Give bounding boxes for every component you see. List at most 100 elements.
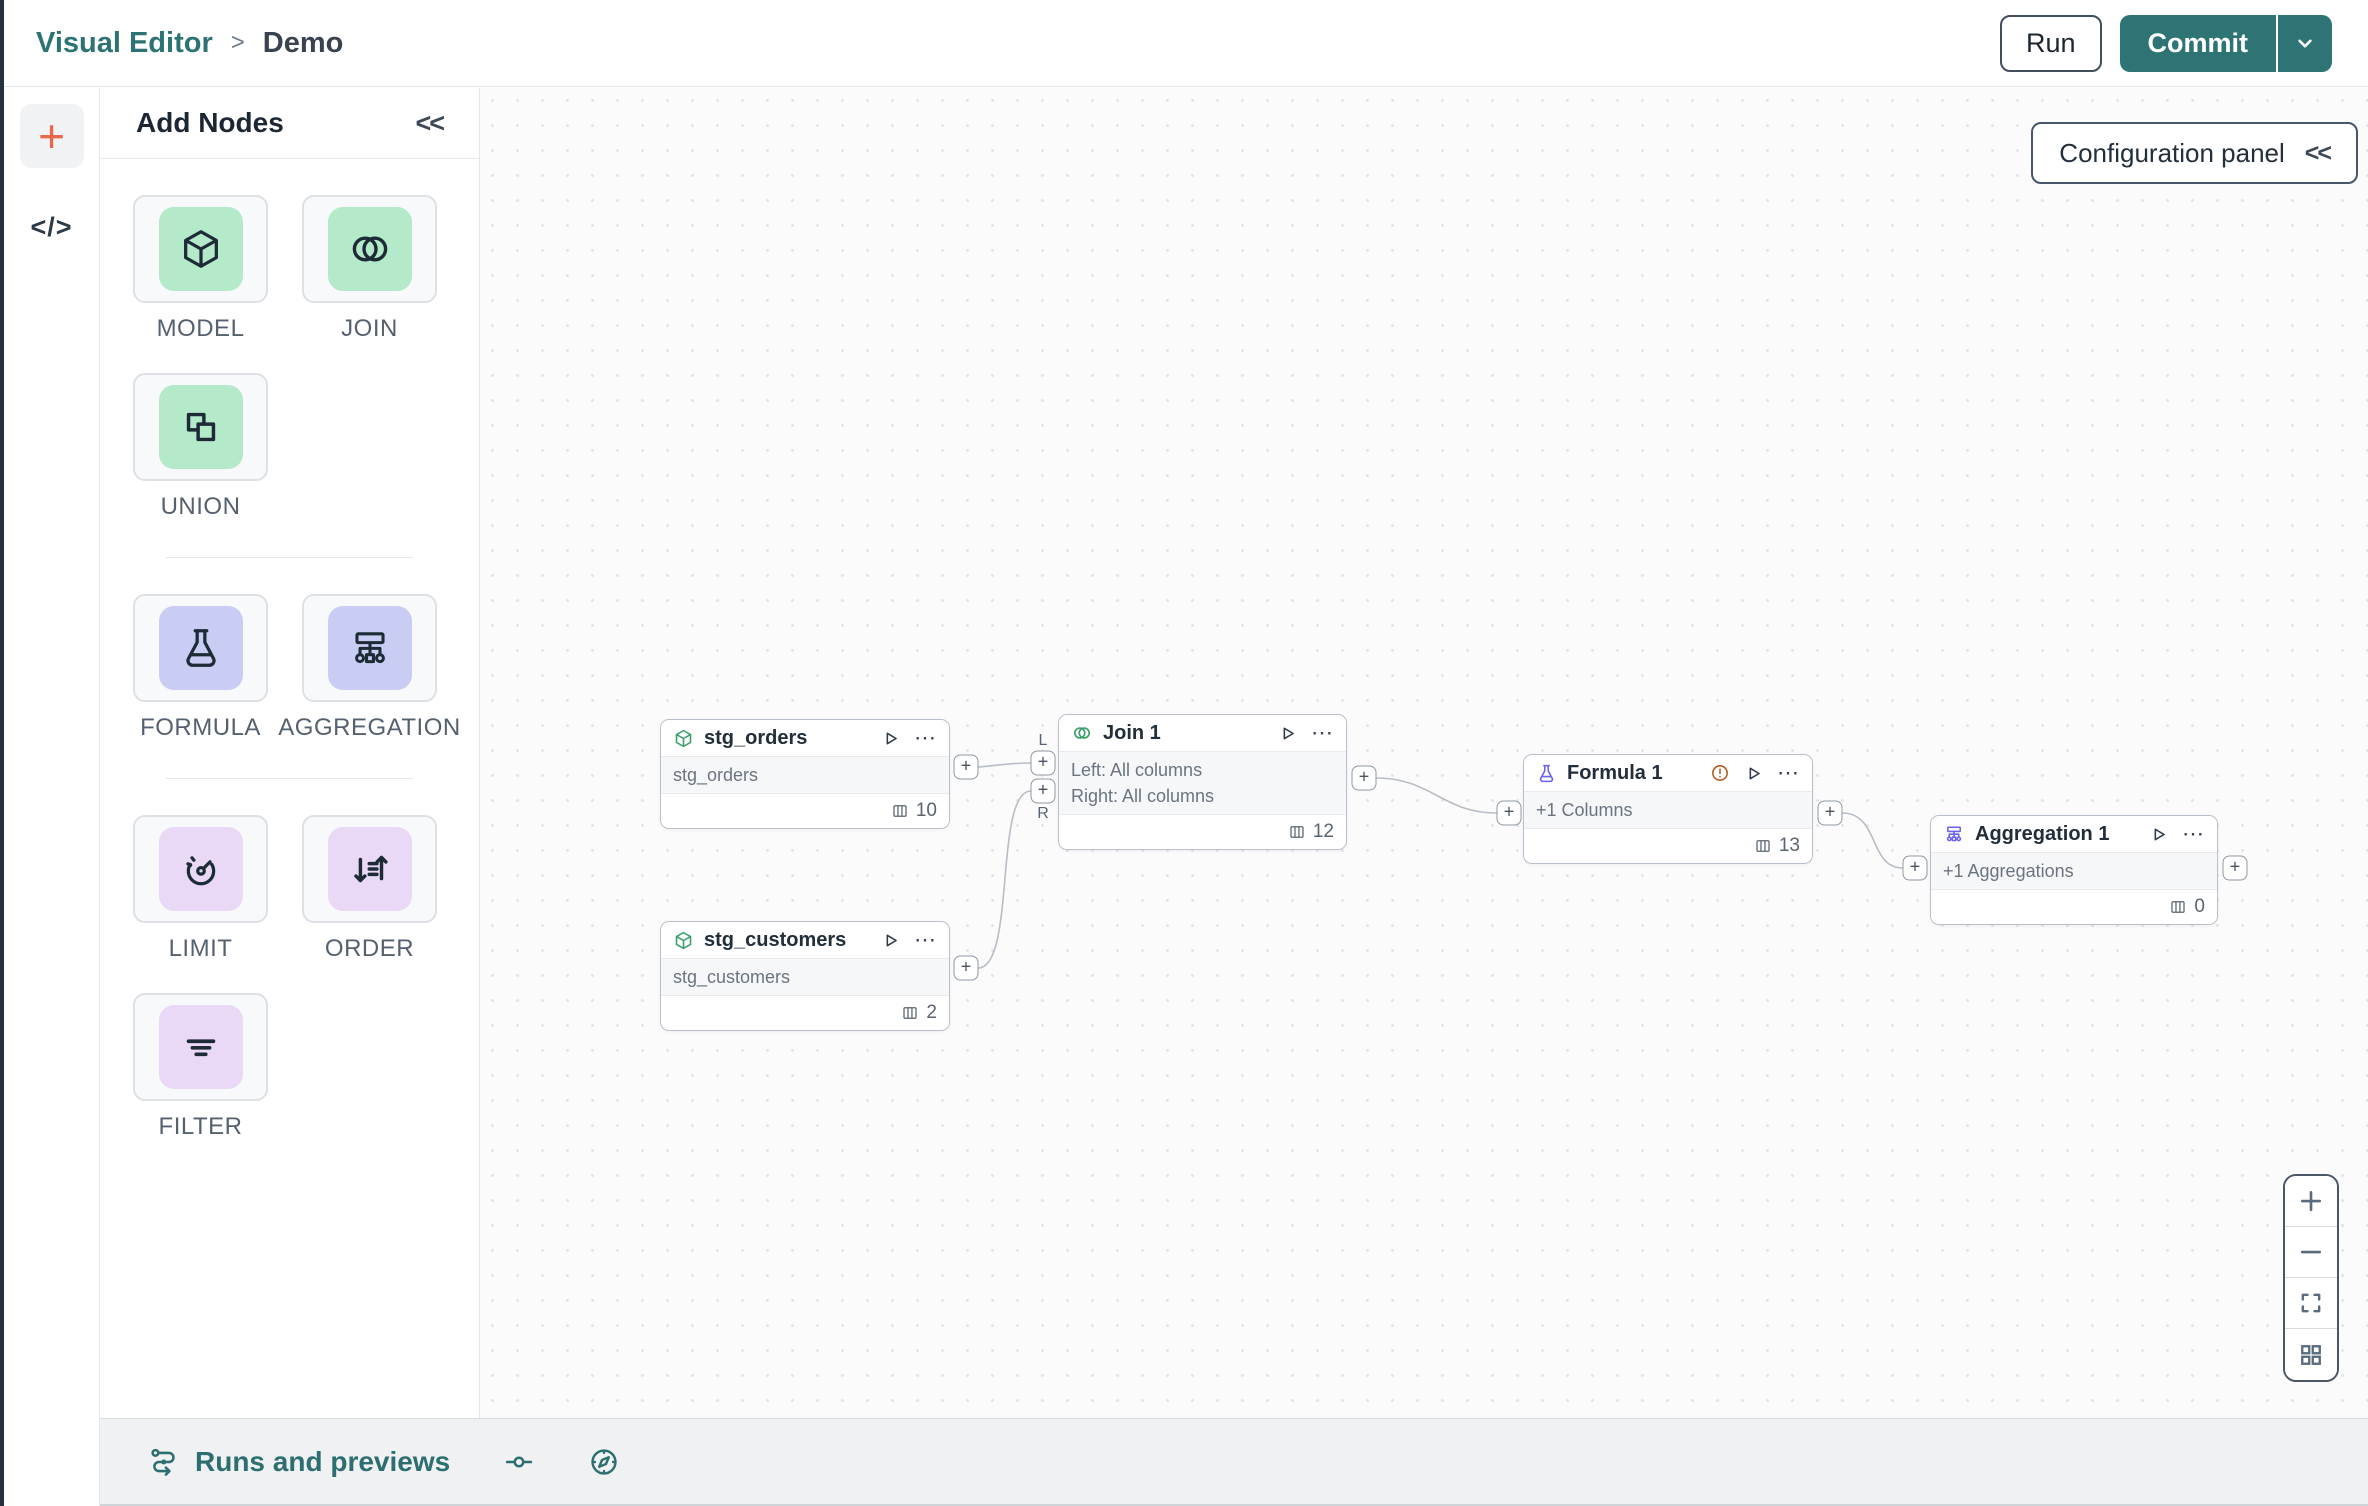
commit-button[interactable]: Commit: [2119, 14, 2276, 72]
play-icon[interactable]: [1744, 764, 1763, 783]
port-aggregation-output[interactable]: +: [2222, 855, 2248, 881]
palette-label: AGGREGATION: [278, 714, 461, 741]
filter-lines-icon: [158, 1005, 243, 1089]
palette-item-filter: FILTER: [133, 993, 268, 1141]
node-body: +1 Columns: [1524, 791, 1812, 829]
node-header[interactable]: stg_customers ⋯: [661, 922, 949, 958]
palette-item-union: UNION: [133, 373, 268, 521]
window-edge: [0, 0, 4, 1506]
plus-icon: [2300, 1190, 2322, 1212]
port-formula-output[interactable]: +: [1817, 800, 1843, 826]
commit-caret-button[interactable]: [2276, 14, 2332, 72]
port-aggregation-input[interactable]: +: [1902, 855, 1928, 881]
runs-and-previews-tab[interactable]: Runs and previews: [148, 1446, 450, 1478]
panel-title: Add Nodes: [136, 107, 284, 138]
port-label-left: L: [1038, 732, 1048, 749]
chevron-down-icon: [2298, 39, 2312, 48]
node-footer: 2: [661, 996, 949, 1030]
port-join-right-input[interactable]: +: [1030, 778, 1056, 804]
node-body: stg_customers: [661, 958, 949, 996]
grid-icon: [2301, 1344, 2321, 1365]
configuration-panel-button[interactable]: Configuration panel <<: [2031, 122, 2358, 184]
sort-arrows-icon: [327, 827, 412, 911]
column-count: 0: [2194, 896, 2205, 917]
join-circles-icon: [1074, 727, 1090, 739]
play-icon[interactable]: [881, 931, 900, 950]
breadcrumb: Visual Editor > Demo: [36, 27, 343, 60]
palette-label: FORMULA: [140, 714, 261, 741]
flask-icon: [158, 606, 243, 690]
node-title: Formula 1: [1567, 761, 1663, 784]
commit-node-icon[interactable]: [504, 1447, 534, 1477]
column-count: 12: [1312, 821, 1334, 842]
formula-card[interactable]: [133, 594, 268, 702]
node-join-1[interactable]: Join 1 ⋯ Left: All columns Right: All co…: [1058, 714, 1347, 850]
node-stg-customers[interactable]: stg_customers ⋯ stg_customers 2: [660, 921, 950, 1031]
breadcrumb-root-link[interactable]: Visual Editor: [36, 27, 213, 60]
code-view-button[interactable]: </>: [30, 212, 72, 243]
run-button[interactable]: Run: [1999, 14, 2102, 72]
palette-label: ORDER: [324, 935, 415, 962]
node-aggregation-1[interactable]: Aggregation 1 ⋯ +1 Aggregations 0: [1930, 815, 2218, 925]
palette-item-aggregation: AGGREGATION: [278, 594, 460, 742]
runs-icon: [151, 1448, 175, 1476]
palette-label: MODEL: [156, 315, 245, 342]
node-menu-icon[interactable]: ⋯: [1311, 722, 1334, 744]
add-nodes-panel: Add Nodes << MODEL JOIN UNION FORMULA AG…: [100, 88, 480, 1418]
filter-card[interactable]: [133, 993, 268, 1101]
node-header[interactable]: stg_orders ⋯: [661, 720, 949, 756]
node-footer: 0: [1931, 890, 2217, 924]
model-card[interactable]: [133, 195, 268, 303]
compass-icon[interactable]: [588, 1446, 620, 1478]
node-title: Aggregation 1: [1975, 822, 2110, 845]
port-label-right: R: [1037, 805, 1049, 822]
port-join-left-input[interactable]: +: [1030, 750, 1056, 776]
node-menu-icon[interactable]: ⋯: [1777, 762, 1800, 784]
runs-and-previews-label: Runs and previews: [195, 1445, 451, 1477]
node-header[interactable]: Aggregation 1 ⋯: [1931, 816, 2217, 852]
node-header[interactable]: Formula 1 ⋯: [1524, 755, 1812, 791]
columns-icon: [903, 1007, 918, 1019]
node-formula-1[interactable]: Formula 1 ⋯ +1 Columns 13: [1523, 754, 1813, 864]
aggregation-card[interactable]: [302, 594, 437, 702]
union-card[interactable]: [133, 373, 268, 481]
node-footer: 10: [661, 794, 949, 828]
fit-view-icon: [2301, 1293, 2321, 1313]
order-card[interactable]: [302, 815, 437, 923]
node-menu-icon[interactable]: ⋯: [914, 727, 937, 749]
column-count: 2: [926, 1002, 937, 1023]
node-menu-icon[interactable]: ⋯: [2182, 823, 2205, 845]
breadcrumb-separator: >: [230, 29, 245, 56]
commit-split-button: Commit: [2119, 14, 2332, 72]
port-join-output[interactable]: +: [1351, 765, 1377, 791]
join-card[interactable]: [302, 195, 437, 303]
zoom-out-button[interactable]: [2285, 1227, 2337, 1278]
node-body: Left: All columns Right: All columns: [1059, 751, 1346, 815]
play-icon[interactable]: [1278, 724, 1297, 743]
zoom-in-button[interactable]: [2285, 1176, 2337, 1227]
port-stg-orders-output[interactable]: +: [953, 754, 979, 780]
pipeline-canvas[interactable]: Configuration panel << stg_orders ⋯ stg_…: [480, 88, 2368, 1418]
node-menu-icon[interactable]: ⋯: [914, 929, 937, 951]
configuration-panel-label: Configuration panel: [2059, 137, 2285, 168]
play-icon[interactable]: [2149, 825, 2168, 844]
node-header[interactable]: Join 1 ⋯: [1059, 715, 1346, 751]
limit-card[interactable]: [133, 815, 268, 923]
gauge-icon: [158, 827, 243, 911]
node-body: stg_orders: [661, 756, 949, 794]
port-stg-customers-output[interactable]: +: [953, 955, 979, 981]
left-rail: + </>: [4, 88, 100, 1506]
layout-grid-button[interactable]: [2285, 1329, 2337, 1380]
play-icon[interactable]: [881, 729, 900, 748]
model-cube-icon: [675, 931, 692, 949]
port-formula-input[interactable]: +: [1496, 800, 1522, 826]
aggregation-tree-icon: [1946, 826, 1962, 842]
join-right-config: Right: All columns: [1071, 786, 1215, 806]
node-stg-orders[interactable]: stg_orders ⋯ stg_orders 10: [660, 719, 950, 829]
flask-icon: [1539, 764, 1554, 782]
panel-collapse-button[interactable]: <<: [415, 108, 445, 139]
fit-view-button[interactable]: [2285, 1278, 2337, 1329]
columns-icon: [2171, 901, 2186, 913]
node-palette: MODEL JOIN UNION FORMULA AGGREGATION LIM…: [100, 159, 479, 1171]
add-node-rail-button[interactable]: +: [19, 104, 84, 168]
